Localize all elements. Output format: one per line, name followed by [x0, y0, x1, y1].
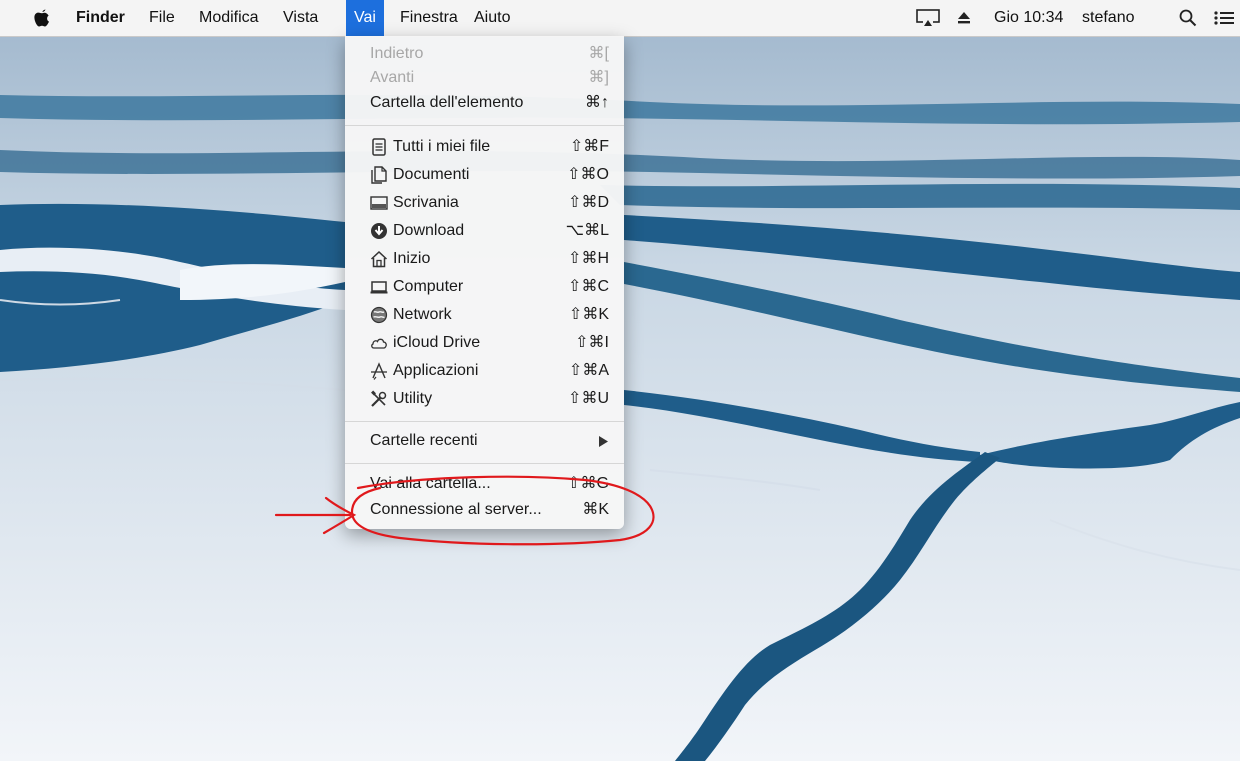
network-icon: [370, 306, 388, 324]
menu-item-icloud-drive[interactable]: iCloud Drive ⇧⌘I: [345, 329, 624, 357]
menu-item-shortcut: ⌘↑: [585, 94, 609, 111]
menu-item-shortcut: ⇧⌘U: [568, 390, 609, 407]
spotlight-search-icon[interactable]: [1179, 0, 1197, 36]
menu-separator: [345, 463, 624, 464]
menu-item-shortcut: ⇧⌘C: [568, 278, 609, 295]
documents-icon: [371, 166, 387, 184]
menu-item-label: Avanti: [370, 69, 415, 86]
menu-item-documenti[interactable]: Documenti ⇧⌘O: [345, 161, 624, 189]
computer-icon: [370, 281, 388, 294]
menu-item-label: Documenti: [393, 166, 470, 183]
icloud-icon: [371, 338, 387, 349]
menu-item-applicazioni[interactable]: Applicazioni ⇧⌘A: [345, 357, 624, 385]
menu-item-shortcut: ⇧⌘F: [569, 138, 609, 155]
go-menu-dropdown: Indietro ⌘[ Avanti ⌘] Cartella dell'elem…: [345, 36, 624, 529]
menu-item-label: Download: [393, 222, 465, 239]
submenu-arrow-icon: [599, 436, 608, 447]
eject-icon[interactable]: [957, 0, 971, 36]
download-icon: [371, 223, 387, 239]
menu-item-label: Cartella dell'elemento: [370, 94, 524, 111]
apple-logo-icon[interactable]: [33, 0, 51, 36]
menu-modifica[interactable]: Modifica: [199, 0, 259, 36]
menu-item-shortcut: ⌘]: [588, 69, 609, 86]
menu-finestra[interactable]: Finestra: [400, 0, 458, 36]
all-my-files-icon: [372, 138, 386, 156]
menu-item-shortcut: ⇧⌘D: [568, 194, 609, 211]
menu-item-label: Vai alla cartella...: [370, 475, 491, 492]
menu-item-scrivania[interactable]: Scrivania ⇧⌘D: [345, 189, 624, 217]
menu-item-shortcut: ⌘K: [582, 501, 609, 518]
menu-item-cartella-elemento[interactable]: Cartella dell'elemento ⌘↑: [345, 89, 624, 117]
desktop-icon: [370, 196, 388, 210]
menu-item-tutti-i-miei-file[interactable]: Tutti i miei file ⇧⌘F: [345, 133, 624, 161]
menu-item-shortcut: ⇧⌘O: [567, 166, 609, 183]
menu-aiuto[interactable]: Aiuto: [474, 0, 510, 36]
menu-file[interactable]: File: [149, 0, 175, 36]
menu-finder[interactable]: Finder: [76, 0, 125, 36]
menu-item-avanti[interactable]: Avanti ⌘]: [345, 64, 624, 92]
menu-item-label: Network: [393, 306, 452, 323]
notification-center-icon[interactable]: [1214, 0, 1234, 36]
menu-item-label: Computer: [393, 278, 464, 295]
menu-vista[interactable]: Vista: [283, 0, 318, 36]
airplay-display-icon[interactable]: [916, 0, 940, 36]
menu-bar: Finder File Modifica Vista Vai Finestra …: [0, 0, 1240, 37]
applications-icon: [371, 362, 387, 380]
menu-item-label: Inizio: [393, 250, 431, 267]
menu-separator: [345, 125, 624, 126]
clock[interactable]: Gio 10:34: [994, 0, 1063, 36]
menu-item-shortcut: ⇧⌘G: [567, 475, 609, 492]
user-name[interactable]: stefano: [1082, 0, 1134, 36]
menu-item-shortcut: ⇧⌘H: [568, 250, 609, 267]
menu-item-download[interactable]: Download ⌥⌘L: [345, 217, 624, 245]
menu-item-utility[interactable]: Utility ⇧⌘U: [345, 385, 624, 413]
menu-item-label: Scrivania: [393, 194, 459, 211]
menu-item-connessione-al-server[interactable]: Connessione al server... ⌘K: [345, 496, 624, 524]
menu-separator: [345, 421, 624, 422]
menu-item-cartelle-recenti[interactable]: Cartelle recenti: [345, 427, 624, 455]
menu-item-label: Applicazioni: [393, 362, 479, 379]
menu-item-label: Connessione al server...: [370, 501, 542, 518]
menu-item-label: Cartelle recenti: [370, 432, 478, 449]
menu-item-label: Utility: [393, 390, 433, 407]
menu-item-label: iCloud Drive: [393, 334, 481, 351]
utilities-icon: [371, 390, 387, 407]
menu-item-inizio[interactable]: Inizio ⇧⌘H: [345, 245, 624, 273]
home-icon: [370, 250, 388, 268]
menu-item-network[interactable]: Network ⇧⌘K: [345, 301, 624, 329]
menu-item-vai-alla-cartella[interactable]: Vai alla cartella... ⇧⌘G: [345, 470, 624, 498]
menu-item-shortcut: ⇧⌘K: [568, 306, 609, 323]
menu-item-shortcut: ⇧⌘A: [568, 362, 609, 379]
menu-item-shortcut: ⇧⌘I: [575, 334, 609, 351]
menu-item-computer[interactable]: Computer ⇧⌘C: [345, 273, 624, 301]
menu-vai[interactable]: Vai: [346, 0, 384, 36]
menu-item-label: Tutti i miei file: [393, 138, 491, 155]
menu-item-shortcut: ⌥⌘L: [565, 222, 609, 239]
